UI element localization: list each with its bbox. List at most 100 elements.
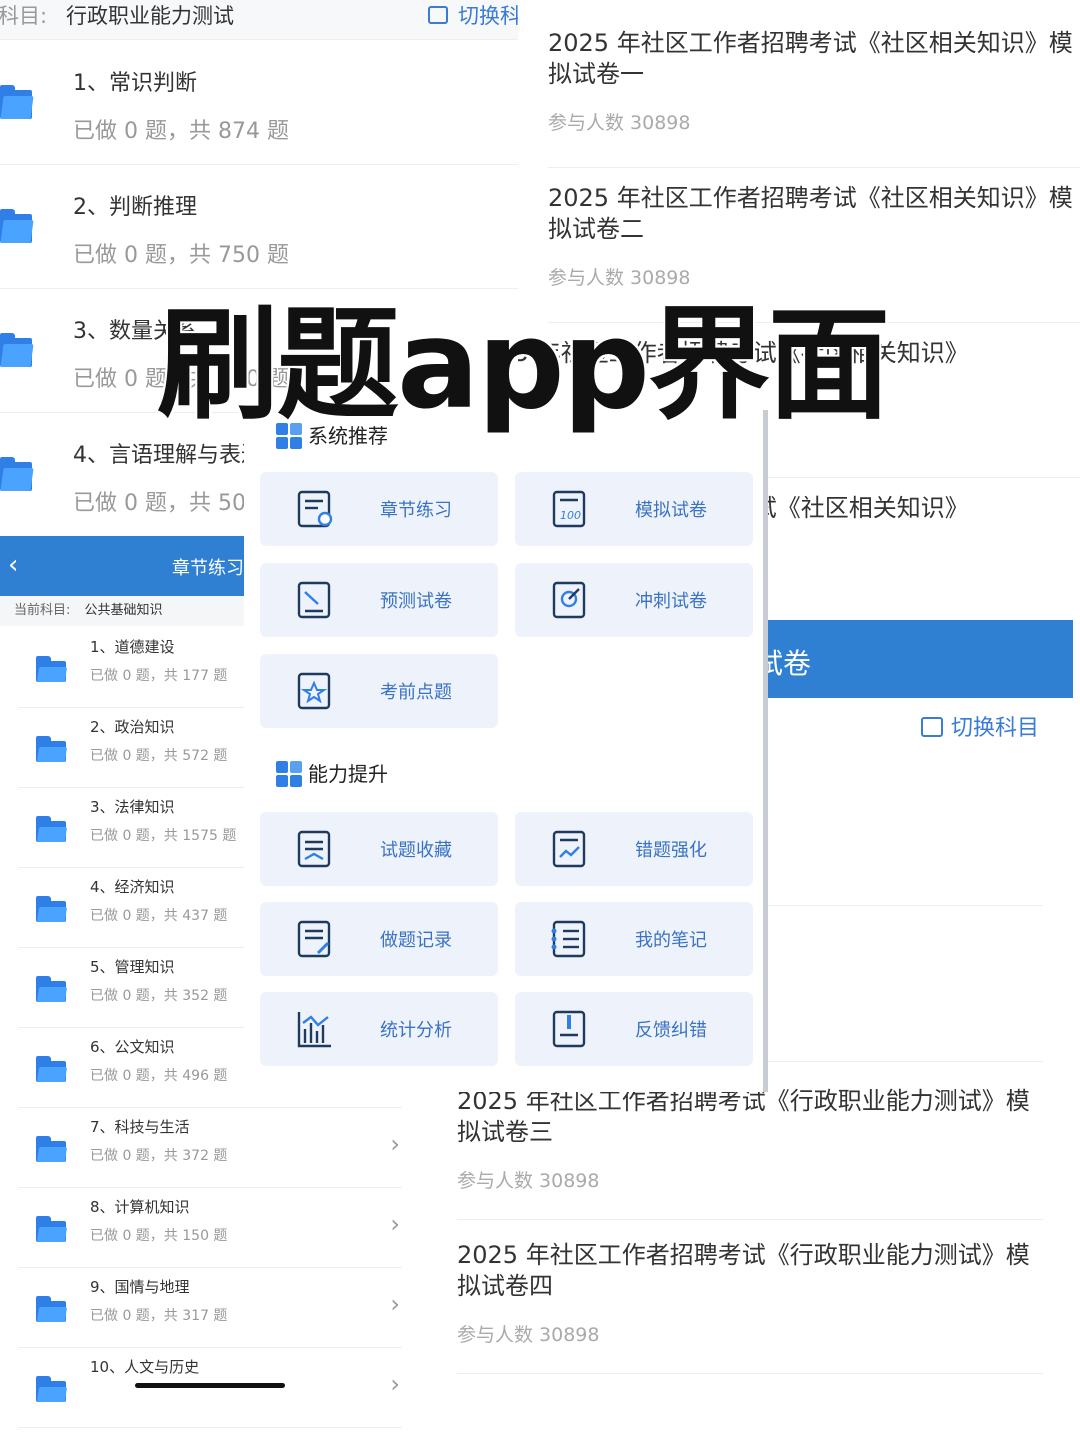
exam-item[interactable]: 2025 年社区工作者招聘考试《行政职业能力测试》模拟试卷三 参与人数 3089… [457,1086,1043,1220]
home-indicator [135,1383,285,1388]
tile-wrong-questions[interactable]: 错题强化 [515,812,753,886]
feedback-icon [551,1009,589,1049]
exam-participants: 参与人数 30898 [548,112,691,134]
exam-item[interactable]: 2025 年社区工作者招聘考试《行政职业能力测试》模拟试卷四 参与人数 3089… [457,1240,1043,1374]
chapter-row[interactable]: 2、判断推理 已做 0 题，共 750 题 [0,165,518,289]
sprint-exam-icon [551,580,589,620]
switch-icon [428,6,448,24]
chapter-title: 5、管理知识 [90,958,175,976]
chevron-right-icon: › [390,1130,400,1158]
tile-feedback[interactable]: 反馈纠错 [515,992,753,1066]
folder-icon [36,1216,68,1242]
tile-notes[interactable]: 我的笔记 [515,902,753,976]
chapter-status: 已做 0 题，共 572 题 [90,748,228,764]
mock-exam-icon: 100 [551,489,589,529]
current-subject-value: 公共基础知识 [84,603,163,618]
back-icon[interactable]: ‹ [8,550,18,580]
section-title: 能力提升 [308,762,388,786]
chapter-title: 4、经济知识 [90,878,175,896]
chapter-status: 已做 0 题，共 750 题 [73,243,289,268]
exam-participants: 参与人数 30898 [548,267,691,289]
folder-icon [0,333,34,367]
folder-icon [36,1056,68,1082]
tile-mock-exam[interactable]: 100 模拟试卷 [515,472,753,546]
tile-sprint-exam[interactable]: 冲刺试卷 [515,563,753,637]
chevron-right-icon: › [390,1210,400,1238]
tile-label: 做题记录 [380,930,452,951]
exam-title: 2025 年社区工作者招聘考试《社区相关知识》模拟试卷二 [548,184,1073,243]
folder-icon [0,85,34,119]
notes-icon [551,919,589,959]
chapter-status: 已做 0 题，共 874 题 [73,119,289,144]
subject-value: 行政职业能力测试 [66,4,234,28]
svg-text:100: 100 [560,509,581,522]
exam-title: 2025 年社区工作者招聘考试《行政职业能力测试》模拟试卷四 [457,1241,1030,1300]
chapter-status: 已做 0 题，共 150 题 [90,1228,228,1244]
chapter-status: 已做 0 题，共 352 题 [90,988,228,1004]
chapter-status: 已做 0 题，共 317 题 [90,1308,228,1324]
chapter-row[interactable]: 9、国情与地理 已做 0 题，共 317 题 › [18,1268,402,1348]
exam-participants: 参与人数 30898 [457,1324,600,1346]
chapter-title: 6、公文知识 [90,1038,175,1056]
chapter-row[interactable]: 10、人文与历史 › [18,1348,402,1428]
switch-subject-button[interactable]: 切换科 [428,0,518,32]
tile-label: 反馈纠错 [635,1020,707,1041]
chapter-row[interactable]: 1、常识判断 已做 0 题，共 874 题 [0,41,518,165]
folder-icon [36,896,68,922]
chapter-status: 已做 0 题，共 1575 题 [90,828,237,844]
folder-icon [36,736,68,762]
folder-icon [36,1136,68,1162]
tile-label: 我的笔记 [635,930,707,951]
exam-title: 2025 年社区工作者招聘考试《行政职业能力测试》模拟试卷三 [457,1087,1030,1146]
folder-icon [0,457,34,491]
wrong-questions-icon [551,829,589,869]
chapter-title: 8、计算机知识 [90,1198,190,1216]
chapter-title: 10、人文与历史 [90,1358,200,1376]
tile-chapter-practice[interactable]: 章节练习 [260,472,498,546]
folder-icon [0,209,34,243]
tile-label: 试题收藏 [380,840,452,861]
chapter-row[interactable]: 7、科技与生活已做 0 题，共 372 题 › [18,1108,402,1188]
chapter-title: 1、常识判断 [73,71,197,96]
folder-icon [36,1296,68,1322]
chapter-status: 已做 0 题，共 496 题 [90,1068,228,1084]
exam-title: 2025 年社区工作者招聘考试《社区相关知识》模拟试卷一 [548,29,1073,88]
tile-history[interactable]: 做题记录 [260,902,498,976]
current-subject-label: 当前科目: [14,603,71,618]
overlay-title: 刷题app界面 [157,294,890,436]
tile-favorites[interactable]: 试题收藏 [260,812,498,886]
chapter-row[interactable]: 8、计算机知识已做 0 题，共 150 题 › [18,1188,402,1268]
tile-label: 模拟试卷 [635,500,707,521]
tile-label: 考前点题 [380,682,452,703]
tile-pre-exam-tips[interactable]: 考前点题 [260,654,498,728]
subject-header: 科目: 行政职业能力测试 切换科 [0,0,518,40]
pre-exam-tips-icon [296,671,334,711]
folder-icon [36,816,68,842]
page-title: 章节练习 [172,558,244,579]
subject-label: 科目: [0,4,48,28]
feature-grid-panel: 系统推荐 能力提升 章节练习 100 模拟试卷 预测试卷 冲刺试卷 考前点题 试题收藏 错题强… [244,410,768,1092]
chapter-status: 已做 0 题，共 372 题 [90,1148,228,1164]
chapter-title: 9、国情与地理 [90,1278,190,1296]
exam-participants: 参与人数 30898 [457,1170,600,1192]
chapter-title: 1、道德建设 [90,638,175,656]
tile-statistics[interactable]: 统计分析 [260,992,498,1066]
chapter-title: 2、判断推理 [73,195,197,220]
tile-label: 预测试卷 [380,591,452,612]
chapter-title: 7、科技与生活 [90,1118,190,1136]
history-icon [296,919,334,959]
chapter-title: 3、法律知识 [90,798,175,816]
chapter-title: 4、言语理解与表达 [73,443,263,468]
exam-item[interactable]: 2025 年社区工作者招聘考试《社区相关知识》模拟试卷一 参与人数 30898 [548,28,1080,168]
favorites-icon [296,829,334,869]
tile-label: 统计分析 [380,1020,452,1041]
tile-predict-exam[interactable]: 预测试卷 [260,563,498,637]
chapter-title: 2、政治知识 [90,718,175,736]
statistics-icon [296,1009,334,1049]
switch-subject-button[interactable]: 切换科目 [921,710,1039,742]
predict-exam-icon [296,580,334,620]
switch-icon [921,717,943,737]
chapter-status: 已做 0 题，共 437 题 [90,908,228,924]
folder-icon [36,976,68,1002]
tile-label: 冲刺试卷 [635,591,707,612]
